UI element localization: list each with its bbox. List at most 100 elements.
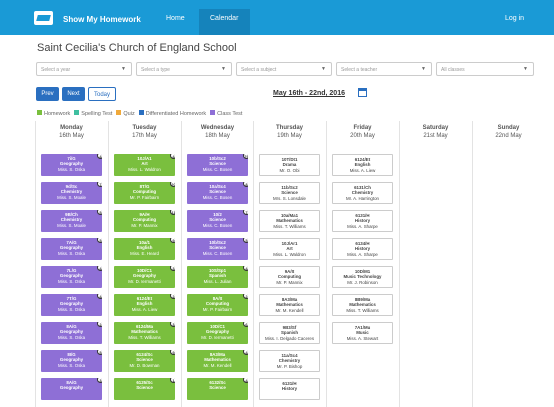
login-link[interactable]: Log in: [505, 15, 524, 22]
logo-icon[interactable]: [34, 11, 53, 25]
homework-card[interactable]: 10J/A1 Art Miss. L. Waldron 4: [114, 154, 175, 176]
teacher: Miss. A. Sharpe: [347, 223, 378, 229]
homework-card[interactable]: 8A3/Ma Mathematics Mr. M. Kendell 4: [187, 350, 248, 372]
brand-name[interactable]: Show My Homework: [63, 15, 141, 24]
homework-card[interactable]: 6124/Et English Miss. A. Liew: [332, 154, 393, 176]
homework-card[interactable]: 11b/Sc2 Science Mrs. S. Lonsdale: [259, 182, 320, 204]
teacher: Miss. C. Bosen: [202, 222, 233, 228]
subject: Science: [136, 385, 153, 391]
homework-card[interactable]: 9d/Sc Chemistry Miss. S. Moale 7: [41, 182, 102, 204]
teacher-select[interactable]: Select a teacher ▼: [336, 62, 432, 76]
chevron-down-icon: ▼: [221, 66, 226, 72]
homework-card[interactable]: 10D/C1 Geography Mr. D. Iermanetti 3: [114, 266, 175, 288]
homework-card[interactable]: 9A/H Computing Mr. P. Mannix 11: [114, 210, 175, 232]
homework-card[interactable]: 6131/H History Miss. A. Sharpe: [332, 210, 393, 232]
subject-select[interactable]: Select a subject ▼: [236, 62, 332, 76]
teacher: Miss. S. Oska: [57, 250, 86, 256]
homework-card[interactable]: 8A/G Geography Miss. S. Oska 2: [41, 322, 102, 344]
homework-card[interactable]: 6134/H History Miss. A. Sharpe: [332, 238, 393, 260]
prev-button[interactable]: Prev: [36, 87, 59, 101]
teacher: Miss. A. Sharpe: [347, 251, 378, 257]
classes-select[interactable]: All classes ▼: [436, 62, 534, 76]
homework-card[interactable]: 10/2 Science Miss. C. Bosen 7: [187, 210, 248, 232]
homework-card[interactable]: 6124/Sc Science Mr. D. Bowman 9: [114, 350, 175, 372]
homework-card[interactable]: 7L/G Geography Miss. S. Oska 4: [41, 266, 102, 288]
homework-card[interactable]: 9B3/Sf Spanish Miss. I. Delgado Caceres: [259, 322, 320, 344]
homework-card[interactable]: 9A/It Computing Mr. P. Mannix: [259, 266, 320, 288]
chevron-down-icon: ▼: [523, 66, 528, 72]
homework-card[interactable]: 10b/Sc2 Science Miss. C. Bosen 5: [187, 238, 248, 260]
count-badge: 3: [170, 266, 175, 271]
homework-card[interactable]: 6132/Sc Science 4: [187, 378, 248, 400]
teacher: Mr. P. Fairbairn: [202, 306, 233, 312]
count-badge: 4: [243, 266, 248, 271]
nav-calendar[interactable]: Calendar: [210, 15, 238, 22]
homework-card[interactable]: 10a/1 English Miss. E. Heard 9: [114, 238, 175, 260]
count-badge: 4: [170, 154, 175, 159]
homework-card[interactable]: 10a/Ma1 Mathematics Miss. T. Williams: [259, 210, 320, 232]
day-name: Saturday: [422, 125, 449, 131]
legend-swatch: [74, 110, 80, 115]
homework-card[interactable]: 11a/Sc4 Chemistry Mr. P. Bishop: [259, 350, 320, 372]
homework-card[interactable]: 10D/C1 Geography Mr. D. Iermanetti 6: [187, 322, 248, 344]
homework-card[interactable]: 7i/G Geography Miss. S. Oska 4: [41, 154, 102, 176]
teacher: Mr. O. Obi: [279, 167, 300, 173]
teacher: Miss. S. Oska: [57, 334, 86, 340]
homework-card[interactable]: 10a/Sc4 Science Miss. C. Bosen 8: [187, 182, 248, 204]
homework-card[interactable]: 6125/Sc Science 1: [114, 378, 175, 400]
day-column: [399, 121, 472, 407]
teacher: Miss. A. Stewart: [346, 335, 379, 341]
homework-card[interactable]: 7A1/Mu Music Miss. A. Stewart: [332, 322, 393, 344]
day-header: Thursday 19th May: [253, 121, 326, 149]
count-badge: 4: [97, 294, 102, 299]
count-badge: 5: [243, 238, 248, 243]
homework-card[interactable]: 8B9/Ma Mathematics Miss. T. Williams: [332, 294, 393, 316]
teacher: Miss. S. Oska: [57, 362, 86, 368]
homework-card[interactable]: 10b/Sc2 Science Miss. C. Bosen 76: [187, 154, 248, 176]
homework-card[interactable]: 6124/Ma Mathematics Miss. T. Williams 3: [114, 322, 175, 344]
count-badge: 3: [97, 378, 102, 383]
day-header: Wednesday 18th May: [181, 121, 254, 149]
homework-card[interactable]: 8A3/Ma Mathematics Mr. M. Kendell: [259, 294, 320, 316]
legend-label: Class Test: [217, 110, 243, 117]
homework-card[interactable]: 8A/It Computing Mr. P. Fairbairn 2: [187, 294, 248, 316]
homework-card[interactable]: 10T/Dt1 Drama Mr. O. Obi: [259, 154, 320, 176]
type-select[interactable]: Select a type ▼: [136, 62, 232, 76]
teacher: Mr. D. Iermanetti: [201, 334, 234, 340]
homework-card[interactable]: 10J/Ar1 Art Miss. L. Waldron: [259, 238, 320, 260]
homework-card[interactable]: 6131/H History: [259, 378, 320, 400]
subject: History: [281, 386, 298, 392]
homework-card[interactable]: 7A/G Geography Miss. S. Oska 5: [41, 238, 102, 260]
year-select[interactable]: Select a year ▼: [36, 62, 132, 76]
top-navigation-bar: Show My Homework Home Calendar Log in: [0, 0, 554, 35]
day-name: Friday: [353, 125, 372, 131]
homework-card[interactable]: 6131/Ch Chemistry Mr. A. Harrington: [332, 182, 393, 204]
homework-card[interactable]: 8A/G Geography 3: [41, 378, 102, 400]
next-button[interactable]: Next: [62, 87, 85, 101]
homework-card[interactable]: 7T/G Geography Miss. S. Oska 4: [41, 294, 102, 316]
teacher: Miss. S. Oska: [57, 166, 86, 172]
today-button[interactable]: Today: [88, 87, 116, 101]
nav-home[interactable]: Home: [166, 15, 185, 22]
homework-card[interactable]: 8T/G Computing Mr. P. Fairbairn 20: [114, 182, 175, 204]
count-badge: 7: [243, 210, 248, 215]
day-date: 17th May: [132, 133, 157, 139]
homework-card[interactable]: 9B/Ch Chemistry Miss. S. Moale 5: [41, 210, 102, 232]
homework-card[interactable]: 6124/Et English Miss. A. Liew 2: [114, 294, 175, 316]
homework-card[interactable]: 10D/M1 Music Technology Mr. J. Robinson: [332, 266, 393, 288]
count-badge: 5: [97, 210, 102, 215]
day-date: 20th May: [350, 133, 375, 139]
legend-item: Quiz: [116, 110, 135, 117]
teacher: Mr. D. Iermanetti: [128, 278, 161, 284]
calendar-icon[interactable]: [358, 88, 367, 97]
homework-card[interactable]: 8I/G Geography Miss. S. Oska 5: [41, 350, 102, 372]
day-date: 21st May: [423, 133, 448, 139]
count-badge: 2: [170, 294, 175, 299]
count-badge: 11: [170, 210, 175, 215]
homework-card[interactable]: 10S/Sp1 Spanish Miss. L. Julian 4: [187, 266, 248, 288]
legend-swatch: [138, 110, 144, 115]
day-header: Sunday 22nd May: [472, 121, 545, 149]
count-badge: 2: [97, 322, 102, 327]
teacher: Mr. P. Mannix: [276, 279, 303, 285]
count-badge: 9: [170, 238, 175, 243]
